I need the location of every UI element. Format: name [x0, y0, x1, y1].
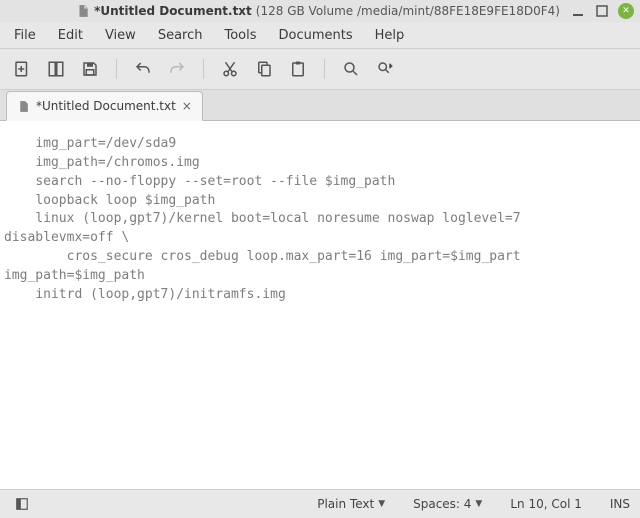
toolbar-separator [203, 59, 204, 79]
insert-label: INS [610, 497, 630, 511]
cursor-position: Ln 10, Col 1 [510, 497, 582, 511]
toolbar [0, 49, 640, 90]
tab-untitled[interactable]: *Untitled Document.txt × [6, 91, 203, 121]
menu-file[interactable]: File [4, 25, 46, 46]
syntax-label: Plain Text [317, 497, 374, 511]
redo-icon [168, 60, 186, 78]
menu-documents[interactable]: Documents [269, 25, 363, 46]
tabbar: *Untitled Document.txt × [0, 90, 640, 121]
undo-button[interactable] [131, 57, 155, 81]
menu-tools[interactable]: Tools [214, 25, 266, 46]
titlebar: *Untitled Document.txt (128 GB Volume /m… [0, 0, 640, 22]
find-replace-icon [376, 60, 394, 78]
tab-close-button[interactable]: × [182, 99, 192, 113]
search-icon [342, 60, 360, 78]
new-file-icon [13, 60, 31, 78]
save-icon [81, 60, 99, 78]
editor-area[interactable]: img_part=/dev/sda9 img_path=/chromos.img… [0, 121, 640, 489]
find-replace-button[interactable] [373, 57, 397, 81]
cut-button[interactable] [218, 57, 242, 81]
maximize-button[interactable] [594, 3, 610, 19]
save-button[interactable] [78, 57, 102, 81]
menubar: File Edit View Search Tools Documents He… [0, 22, 640, 49]
menu-edit[interactable]: Edit [48, 25, 93, 46]
window-title: *Untitled Document.txt (128 GB Volume /m… [66, 4, 570, 18]
titlebar-filename: *Untitled Document.txt [94, 4, 252, 18]
close-button[interactable] [618, 3, 634, 19]
toolbar-separator [324, 59, 325, 79]
copy-button[interactable] [252, 57, 276, 81]
position-label: Ln 10, Col 1 [510, 497, 582, 511]
minimize-button[interactable] [570, 3, 586, 19]
menu-view[interactable]: View [95, 25, 146, 46]
find-button[interactable] [339, 57, 363, 81]
menu-help[interactable]: Help [365, 25, 415, 46]
document-icon [76, 4, 90, 18]
insert-mode[interactable]: INS [610, 497, 630, 511]
new-document-button[interactable] [10, 57, 34, 81]
redo-button[interactable] [165, 57, 189, 81]
indent-selector[interactable]: Spaces: 4 ▼ [413, 497, 482, 511]
paste-button[interactable] [286, 57, 310, 81]
open-file-icon [47, 60, 65, 78]
undo-icon [134, 60, 152, 78]
indent-label: Spaces: 4 [413, 497, 471, 511]
tab-label: *Untitled Document.txt [36, 99, 176, 113]
syntax-selector[interactable]: Plain Text ▼ [317, 497, 385, 511]
cut-icon [221, 60, 239, 78]
dropdown-icon: ▼ [378, 499, 385, 509]
statusbar: Plain Text ▼ Spaces: 4 ▼ Ln 10, Col 1 IN… [0, 489, 640, 518]
side-panel-toggle[interactable] [10, 497, 34, 511]
panel-icon [15, 497, 29, 511]
copy-icon [255, 60, 273, 78]
editor-content[interactable]: img_part=/dev/sda9 img_path=/chromos.img… [0, 121, 640, 309]
titlebar-path: (128 GB Volume /media/mint/88FE18E9FE18D… [256, 4, 560, 18]
toolbar-separator [116, 59, 117, 79]
open-button[interactable] [44, 57, 68, 81]
menu-search[interactable]: Search [148, 25, 213, 46]
document-icon [17, 100, 30, 113]
paste-icon [289, 60, 307, 78]
dropdown-icon: ▼ [475, 499, 482, 509]
